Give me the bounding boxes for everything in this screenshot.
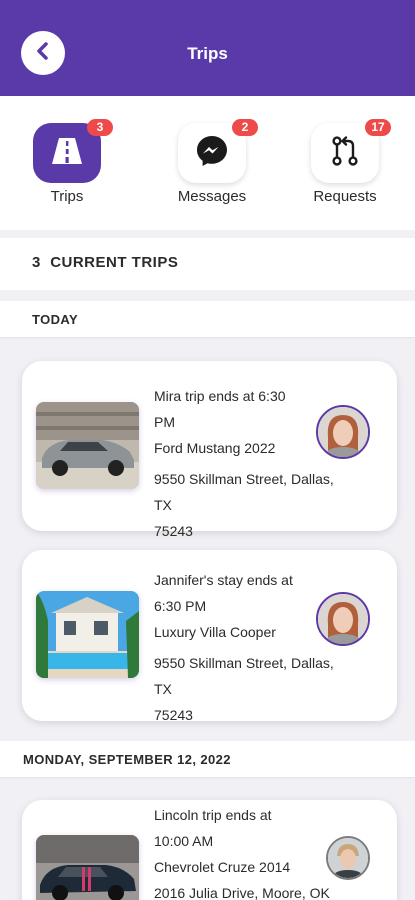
vehicle-photo (36, 402, 139, 489)
trip-address-line2: 75243 (154, 523, 193, 539)
tab-messages-label: Messages (177, 188, 247, 205)
current-trips-count: 3 (32, 254, 41, 271)
messages-badge: 2 (232, 119, 258, 136)
trip-end-time-line1: Lincoln trip ends at (154, 807, 272, 823)
avatar (316, 592, 370, 646)
trip-address-line2: 75243 (154, 707, 193, 723)
trip-address-line1: 9550 Skillman Street, Dallas, TX (154, 655, 334, 697)
tab-messages-icon-box: 2 (178, 119, 258, 183)
trip-vehicle: Ford Mustang 2022 (154, 440, 276, 456)
trip-details: Lincoln trip ends at 10:00 AM Chevrolet … (154, 802, 339, 900)
messenger-icon (195, 134, 229, 173)
avatar (326, 836, 370, 880)
tab-trips-icon-box: 3 (33, 119, 113, 183)
trips-badge: 3 (87, 119, 113, 136)
trip-details: Jannifer's stay ends at 6:30 PM Luxury V… (154, 567, 339, 728)
tab-messages[interactable]: 2 Messages (157, 119, 267, 205)
trip-card[interactable]: Lincoln trip ends at 10:00 AM Chevrolet … (22, 800, 397, 900)
trip-card[interactable]: Mira trip ends at 6:30 PM Ford Mustang 2… (22, 361, 397, 539)
divider (0, 230, 415, 238)
date-label: MONDAY, SEPTEMBER 12, 2022 (23, 752, 231, 767)
category-tabs: 3 Trips 2 Messages 17 Requests (0, 96, 415, 230)
trip-address-line1: 9550 Skillman Street, Dallas, TX (154, 471, 334, 513)
date-header-today: TODAY (0, 301, 415, 337)
page-title: Trips (187, 44, 228, 63)
tab-trips[interactable]: 3 Trips (12, 119, 122, 205)
current-trips-title: 3 CURRENT TRIPS (32, 254, 178, 271)
trip-end-time-line2: 10:00 AM (154, 833, 214, 849)
trip-vehicle: Chevrolet Cruze 2014 (154, 859, 291, 875)
current-trips-label: CURRENT TRIPS (50, 254, 179, 271)
requests-badge: 17 (365, 119, 391, 136)
tab-requests-label: Requests (313, 188, 377, 205)
trip-vehicle: Luxury Villa Cooper (154, 624, 276, 640)
vehicle-photo (36, 835, 139, 900)
tab-requests[interactable]: 17 Requests (290, 119, 400, 205)
pull-request-icon (329, 135, 361, 172)
avatar (316, 405, 370, 459)
current-trips-header: 3 CURRENT TRIPS (0, 238, 415, 290)
trip-details: Mira trip ends at 6:30 PM Ford Mustang 2… (154, 383, 339, 544)
trip-card[interactable]: Jannifer's stay ends at 6:30 PM Luxury V… (22, 550, 397, 723)
trip-end-time-line2: PM (154, 414, 175, 430)
trip-end-time-line1: Jannifer's stay ends at (154, 572, 293, 588)
tab-trips-label: Trips (50, 188, 84, 205)
road-icon (49, 136, 85, 171)
tab-requests-icon-box: 17 (311, 119, 391, 183)
trip-end-time-line1: Mira trip ends at 6:30 (154, 388, 286, 404)
property-photo (36, 591, 139, 678)
date-label: TODAY (32, 312, 79, 327)
trip-end-time-line2: 6:30 PM (154, 598, 207, 614)
trip-address-line1: 2016 Julia Drive, Moore, OK (154, 885, 330, 900)
top-app-bar: Trips (0, 0, 415, 96)
date-header-monday: MONDAY, SEPTEMBER 12, 2022 (0, 741, 415, 777)
